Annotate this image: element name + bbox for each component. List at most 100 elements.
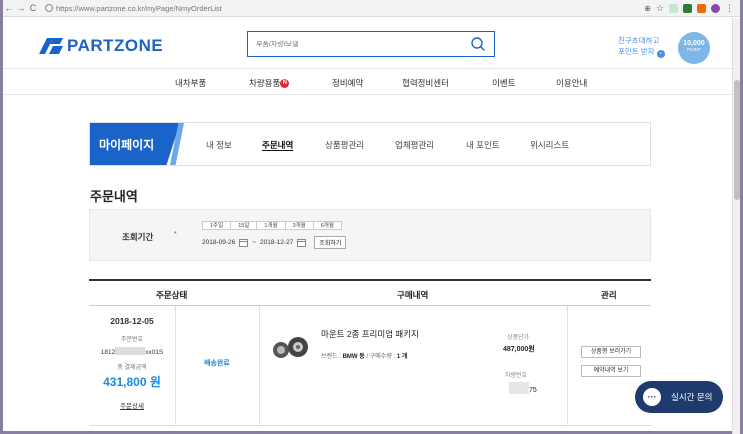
required-mark: *: [174, 231, 177, 238]
start-date-field[interactable]: 2018-09-26: [202, 239, 235, 246]
redacted-block: [509, 382, 529, 394]
view-reviews-button[interactable]: 상품평 보러가기: [581, 346, 641, 358]
column-divider: [567, 306, 568, 426]
product-image[interactable]: [271, 334, 311, 362]
partzone-logo-icon: [39, 38, 63, 54]
invite-friends-link[interactable]: 친구초대하고 포인트 받자 ›: [618, 35, 665, 58]
header-manage: 관리: [601, 290, 617, 300]
mypage-tabbar: 마이페이지 내 정보 주문내역 상품평관리 업체평관리 내 포인트 위시리스트: [89, 122, 651, 166]
table-header: 주문상태 구매내역 관리: [89, 279, 651, 306]
period-buttons: 1주일 15일 1개월 3개월 6개월: [202, 221, 342, 230]
search-button[interactable]: 조회하기: [314, 236, 347, 249]
scrollbar-thumb[interactable]: [734, 80, 740, 200]
zoom-icon[interactable]: ⊕: [644, 4, 651, 13]
reload-icon[interactable]: C: [27, 3, 39, 13]
browser-window: ← → C https://www.partzone.co.kr/myPage/…: [0, 0, 743, 434]
date-separator: ~: [252, 239, 257, 246]
total-label: 총 결제금액: [117, 365, 147, 371]
live-chat-button[interactable]: ··· 실시간 문의: [635, 381, 723, 413]
invite-line2: 포인트 받자: [618, 47, 655, 56]
order-summary: 2018-12-05 주문번호 1812 xx01S 총 결제금액 431,800…: [89, 316, 175, 410]
order-no-label: 주문번호: [120, 337, 144, 343]
qty-label: / 구매수량 :: [366, 354, 396, 360]
new-badge: N: [280, 79, 290, 88]
car-number: 75: [509, 382, 537, 394]
end-date-field[interactable]: 2018-12-27: [260, 239, 293, 246]
unit-price-label: 상품단가: [507, 335, 530, 341]
nav-item-partner-center[interactable]: 협력정비센터: [402, 77, 449, 89]
unit-price: 487,000원: [503, 346, 535, 353]
order-date: 2018-12-05: [110, 316, 154, 326]
total-amount: 431,800 원: [103, 375, 161, 389]
period-1week-button[interactable]: 1주일: [202, 221, 232, 230]
nav-item-guide[interactable]: 이용안내: [556, 77, 587, 89]
nav-item-label: 차량용품: [249, 78, 281, 88]
brand-label: 브랜드 :: [321, 354, 341, 360]
tab-my-info[interactable]: 내 정보: [206, 139, 232, 151]
tab-order-history[interactable]: 주문내역: [262, 139, 293, 151]
nav-item-maintenance[interactable]: 정비예약: [332, 77, 363, 89]
header-status: 주문상태: [156, 290, 188, 300]
extension-icon[interactable]: [697, 3, 706, 13]
star-icon[interactable]: ☆: [656, 3, 664, 14]
tab-my-points[interactable]: 내 포인트: [466, 139, 500, 151]
badge-unit: POINT: [687, 47, 701, 52]
arrow-right-icon: ›: [656, 50, 665, 58]
nav-item-event[interactable]: 이벤트: [492, 77, 515, 89]
menu-icon[interactable]: ⋮: [725, 3, 734, 14]
car-number-suffix: 75: [529, 387, 537, 394]
redacted-block: [115, 347, 146, 355]
point-badge[interactable]: 10,000 POINT: [678, 32, 710, 64]
order-detail-link[interactable]: 주문상세: [89, 400, 175, 410]
forward-icon[interactable]: →: [15, 3, 27, 13]
tab-product-reviews[interactable]: 상품평관리: [325, 139, 364, 151]
brand-value: BMW 등: [342, 354, 365, 360]
car-number-label: 차량번호: [505, 373, 528, 379]
date-range: 2018-09-26 ~ 2018-12-27 조회하기: [202, 236, 347, 249]
url-text: https://www.partzone.co.kr/myPage/NmyOrd…: [56, 3, 222, 13]
calendar-icon[interactable]: [297, 238, 307, 247]
browser-toolbar: ← → C https://www.partzone.co.kr/myPage/…: [3, 0, 740, 17]
search-box[interactable]: [247, 31, 495, 57]
address-bar[interactable]: https://www.partzone.co.kr/myPage/NmyOrd…: [45, 3, 222, 13]
product-name[interactable]: 마운트 2종 프리미엄 패키지: [321, 328, 419, 340]
page-scrollbar[interactable]: [732, 18, 740, 434]
period-label: 조회기간: [122, 232, 154, 242]
column-divider: [259, 306, 260, 426]
site-logo[interactable]: PARTZONE: [39, 36, 163, 56]
period-1month-button[interactable]: 1개월: [256, 221, 286, 230]
order-status: 배송완료: [204, 360, 230, 367]
profile-avatar-icon[interactable]: [711, 3, 720, 13]
order-no-suffix: xx01S: [145, 349, 164, 356]
back-icon[interactable]: ←: [3, 3, 15, 13]
period-15days-button[interactable]: 15일: [230, 221, 258, 230]
info-icon[interactable]: [45, 3, 53, 12]
invite-line1: 친구초대하고: [618, 36, 660, 45]
order-no-prefix: 1812: [100, 349, 116, 356]
search-icon[interactable]: [470, 36, 486, 52]
order-table: 주문상태 구매내역 관리 2018-12-05 주문번호 1812 xx01S 총…: [89, 279, 651, 426]
period-3months-button[interactable]: 3개월: [284, 221, 314, 230]
nav-item-parts[interactable]: 내차부품: [175, 77, 206, 89]
tab-company-reviews[interactable]: 업체평관리: [395, 139, 434, 151]
period-6months-button[interactable]: 6개월: [312, 221, 342, 230]
main-nav: 내차부품 차량용품 N 정비예약 협력정비센터 이벤트 이용안내: [3, 68, 732, 95]
chat-label: 실시간 문의: [671, 392, 713, 402]
chat-bubble-icon: ···: [643, 388, 661, 406]
header-purchase: 구매내역: [397, 290, 429, 300]
badge-value: 10,000: [683, 40, 705, 47]
mypage-banner: 마이페이지: [90, 123, 180, 165]
calendar-icon[interactable]: [239, 238, 249, 247]
tab-wishlist[interactable]: 위시리스트: [530, 139, 569, 151]
nav-item-accessories[interactable]: 차량용품 N: [249, 77, 290, 89]
view-reservation-button[interactable]: 예약내역 보기: [581, 365, 641, 377]
extension-icon[interactable]: [683, 3, 692, 13]
extension-icon[interactable]: [669, 3, 678, 13]
order-number: 1812 xx01S: [89, 347, 175, 356]
logo-text: PARTZONE: [67, 36, 164, 55]
table-row: 2018-12-05 주문번호 1812 xx01S 총 결제금액 431,800…: [89, 306, 651, 426]
page-title: 주문내역: [90, 189, 138, 204]
search-input[interactable]: [256, 40, 470, 48]
site-header: PARTZONE 친구초대하고 포인트 받자› 10,000 POINT: [3, 18, 732, 68]
period-filter: 조회기간 * 1주일 15일 1개월 3개월 6개월 2018-09-26 ~ …: [89, 209, 651, 261]
